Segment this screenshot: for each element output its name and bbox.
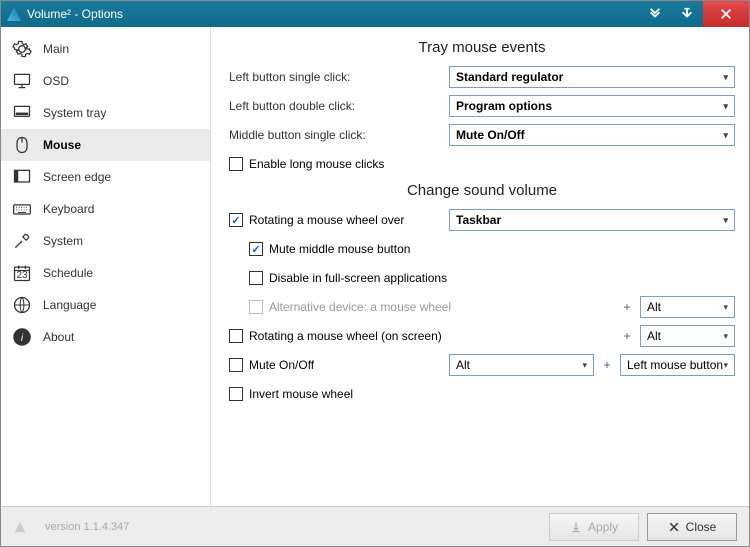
- screen-edge-icon: [11, 166, 33, 188]
- mute-middle-checkbox[interactable]: [249, 242, 263, 256]
- middle-single-click-dropdown[interactable]: Mute On/Off ▾: [449, 124, 735, 146]
- sidebar-item-label: System: [43, 234, 83, 248]
- chevron-down-icon: ▾: [723, 101, 728, 112]
- alt-device-checkbox: [249, 300, 263, 314]
- section-title-tray: Tray mouse events: [229, 39, 735, 56]
- dropdown-value: Alt: [456, 358, 470, 372]
- rotate-wheel-over-dropdown[interactable]: Taskbar ▾: [449, 209, 735, 231]
- enable-long-clicks-checkbox[interactable]: [229, 157, 243, 171]
- mute-onoff-modifier-dropdown[interactable]: Alt ▾: [449, 354, 594, 376]
- sidebar-item-osd[interactable]: OSD: [1, 65, 210, 97]
- chevron-down-icon: ▾: [582, 360, 587, 371]
- dropdown-value: Left mouse button: [627, 358, 723, 372]
- close-button[interactable]: Close: [647, 513, 737, 541]
- sidebar-item-screen-edge[interactable]: Screen edge: [1, 161, 210, 193]
- sidebar-item-label: Main: [43, 42, 69, 56]
- section-title-volume: Change sound volume: [229, 182, 735, 199]
- main-panel: Tray mouse events Left button single cli…: [211, 27, 749, 506]
- sidebar-item-label: Mouse: [43, 138, 81, 152]
- left-single-click-label: Left button single click:: [229, 70, 449, 84]
- title-bar: Volume² - Options: [1, 1, 749, 27]
- apply-button[interactable]: Apply: [549, 513, 639, 541]
- rotate-wheel-over-label: Rotating a mouse wheel over: [249, 213, 404, 227]
- left-double-click-dropdown[interactable]: Program options ▾: [449, 95, 735, 117]
- alt-device-label: Alternative device: a mouse wheel: [269, 300, 451, 314]
- sidebar-item-schedule[interactable]: 23 Schedule: [1, 257, 210, 289]
- calendar-icon: 23: [11, 262, 33, 284]
- collapse-button[interactable]: [639, 1, 671, 27]
- mute-onoff-checkbox[interactable]: [229, 358, 243, 372]
- plus-separator: +: [600, 358, 614, 372]
- dropdown-value: Alt: [647, 300, 661, 314]
- mute-onoff-label: Mute On/Off: [249, 358, 314, 372]
- disable-fullscreen-label: Disable in full-screen applications: [269, 271, 447, 285]
- close-window-button[interactable]: [703, 1, 749, 27]
- apply-button-label: Apply: [588, 520, 618, 534]
- dropdown-value: Taskbar: [456, 213, 501, 227]
- sidebar-item-label: System tray: [43, 106, 106, 120]
- svg-text:23: 23: [16, 270, 28, 281]
- enable-long-clicks-label: Enable long mouse clicks: [249, 157, 384, 171]
- middle-single-click-label: Middle button single click:: [229, 128, 449, 142]
- sidebar-item-label: OSD: [43, 74, 69, 88]
- invert-wheel-label: Invert mouse wheel: [249, 387, 353, 401]
- plus-separator: +: [620, 300, 634, 314]
- gear-icon: [11, 38, 33, 60]
- left-double-click-label: Left button double click:: [229, 99, 449, 113]
- sidebar-item-label: Language: [43, 298, 96, 312]
- dropdown-value: Program options: [456, 99, 552, 113]
- pin-button[interactable]: [671, 1, 703, 27]
- invert-wheel-checkbox[interactable]: [229, 387, 243, 401]
- sidebar-item-keyboard[interactable]: Keyboard: [1, 193, 210, 225]
- window-title: Volume² - Options: [27, 7, 123, 21]
- sidebar: Main OSD System tray Mouse Screen edge K…: [1, 27, 211, 506]
- keyboard-icon: [11, 198, 33, 220]
- chevron-down-icon: ▾: [723, 302, 728, 313]
- globe-icon: [11, 294, 33, 316]
- left-single-click-dropdown[interactable]: Standard regulator ▾: [449, 66, 735, 88]
- sidebar-item-label: Schedule: [43, 266, 93, 280]
- app-icon-small: [13, 520, 27, 534]
- close-icon: [668, 521, 680, 533]
- plus-separator: +: [620, 329, 634, 343]
- app-icon: [7, 7, 21, 21]
- sidebar-item-about[interactable]: i About: [1, 321, 210, 353]
- rotate-wheel-over-checkbox[interactable]: [229, 213, 243, 227]
- sidebar-item-system-tray[interactable]: System tray: [1, 97, 210, 129]
- mute-middle-label: Mute middle mouse button: [269, 242, 410, 256]
- monitor-icon: [11, 70, 33, 92]
- chevron-down-icon: ▾: [723, 130, 728, 141]
- disable-fullscreen-checkbox[interactable]: [249, 271, 263, 285]
- chevron-down-icon: ▾: [723, 72, 728, 83]
- tray-icon: [11, 102, 33, 124]
- tools-icon: [11, 230, 33, 252]
- chevron-down-icon: ▾: [723, 215, 728, 226]
- chevron-down-icon: ▾: [723, 331, 728, 342]
- sidebar-item-main[interactable]: Main: [1, 33, 210, 65]
- dropdown-value: Alt: [647, 329, 661, 343]
- sidebar-item-mouse[interactable]: Mouse: [1, 129, 210, 161]
- version-label: version 1.1.4.347: [45, 521, 129, 533]
- info-icon: i: [11, 326, 33, 348]
- alt-device-modifier-dropdown[interactable]: Alt ▾: [640, 296, 735, 318]
- dropdown-value: Standard regulator: [456, 70, 563, 84]
- chevron-down-icon: ▾: [723, 360, 728, 371]
- close-button-label: Close: [686, 520, 717, 534]
- rotate-wheel-screen-modifier-dropdown[interactable]: Alt ▾: [640, 325, 735, 347]
- footer: version 1.1.4.347 Apply Close: [1, 506, 749, 546]
- dropdown-value: Mute On/Off: [456, 128, 525, 142]
- rotate-wheel-screen-checkbox[interactable]: [229, 329, 243, 343]
- mouse-icon: [11, 134, 33, 156]
- sidebar-item-label: Screen edge: [43, 170, 111, 184]
- apply-icon: [570, 521, 582, 533]
- rotate-wheel-screen-label: Rotating a mouse wheel (on screen): [249, 329, 442, 343]
- sidebar-item-label: Keyboard: [43, 202, 94, 216]
- sidebar-item-label: About: [43, 330, 74, 344]
- mute-onoff-button-dropdown[interactable]: Left mouse button▾: [620, 354, 735, 376]
- sidebar-item-language[interactable]: Language: [1, 289, 210, 321]
- sidebar-item-system[interactable]: System: [1, 225, 210, 257]
